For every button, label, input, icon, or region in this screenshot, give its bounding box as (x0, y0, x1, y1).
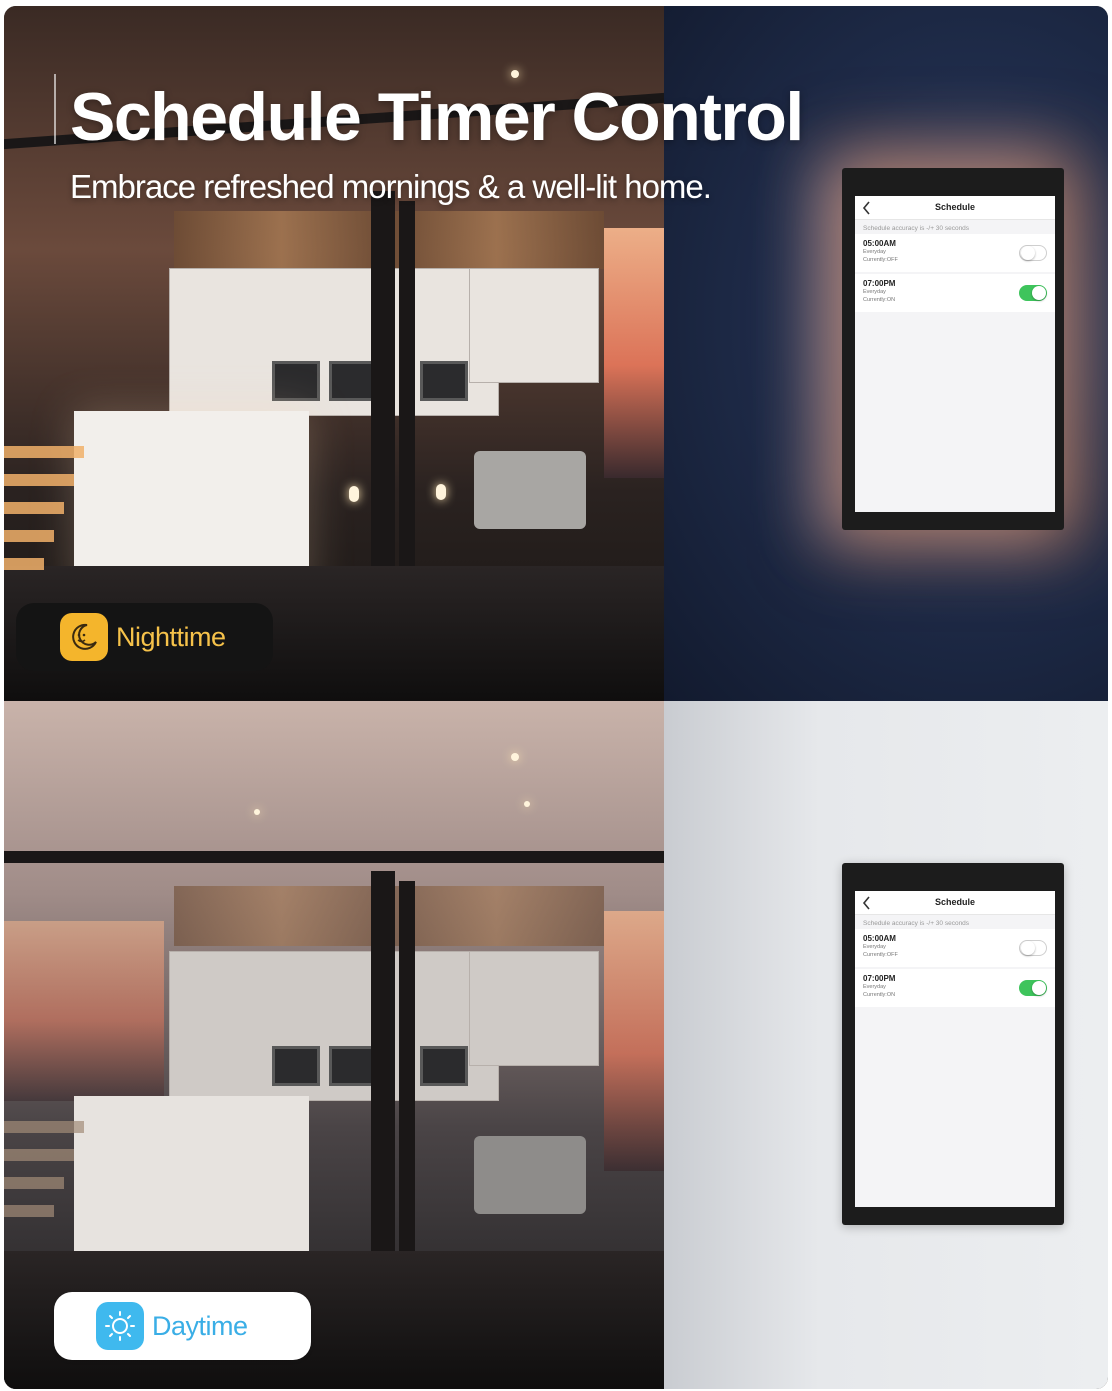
app-header: Schedule (855, 891, 1055, 915)
hero-frame: Schedule Schedule accuracy is -/+ 30 sec… (4, 6, 1108, 1389)
headline: Schedule Timer Control (70, 79, 804, 155)
accuracy-note: Schedule accuracy is -/+ 30 seconds (863, 225, 970, 232)
schedule-toggle[interactable] (1019, 940, 1047, 956)
nighttime-label: Nighttime (116, 621, 226, 652)
schedule-screen: Schedule Schedule accuracy is -/+ 30 sec… (855, 196, 1055, 512)
schedule-row[interactable]: 07:00PM Everyday Currently:ON (855, 969, 1055, 1007)
schedule-toggle[interactable] (1019, 980, 1047, 996)
schedule-toggle[interactable] (1019, 245, 1047, 261)
daytime-label: Daytime (152, 1310, 248, 1341)
schedule-row[interactable]: 05:00AM Everyday Currently:OFF (855, 234, 1055, 272)
schedule-row[interactable]: 07:00PM Everyday Currently:ON (855, 274, 1055, 312)
toggle-knob (1021, 941, 1035, 955)
app-title: Schedule (934, 897, 975, 907)
toggle-knob (1032, 286, 1046, 300)
schedule-screen: Schedule Schedule accuracy is -/+ 30 sec… (855, 891, 1055, 1207)
toggle-knob (1032, 981, 1046, 995)
schedule-time: 05:00AM (863, 239, 896, 248)
schedule-time: 07:00PM (863, 974, 896, 983)
toggle-knob (1021, 246, 1035, 260)
nighttime-badge: Nighttime (16, 603, 273, 671)
sun-icon (96, 1302, 144, 1350)
day-tablet: Schedule Schedule accuracy is -/+ 30 sec… (842, 863, 1064, 1225)
app-header: Schedule (855, 196, 1055, 220)
moon-icon (60, 613, 108, 661)
app-title: Schedule (934, 202, 975, 212)
daytime-panel: Schedule Schedule accuracy is -/+ 30 sec… (4, 701, 1108, 1389)
accuracy-note: Schedule accuracy is -/+ 30 seconds (863, 920, 970, 927)
schedule-time: 07:00PM (863, 279, 896, 288)
subheadline: Embrace refreshed mornings & a well-lit … (70, 168, 712, 205)
day-room-scene (4, 701, 664, 1389)
night-tablet: Schedule Schedule accuracy is -/+ 30 sec… (842, 168, 1064, 530)
headline-accent-bar (54, 74, 56, 144)
schedule-row[interactable]: 05:00AM Everyday Currently:OFF (855, 929, 1055, 967)
schedule-time: 05:00AM (863, 934, 896, 943)
daytime-badge: Daytime (54, 1292, 311, 1360)
schedule-toggle[interactable] (1019, 285, 1047, 301)
